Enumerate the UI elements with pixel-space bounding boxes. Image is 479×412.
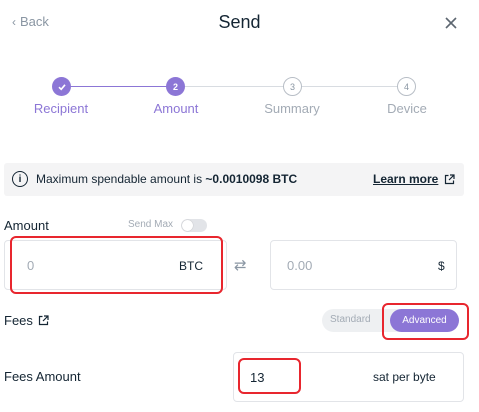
info-icon: i <box>12 171 28 187</box>
send-max-label: Send Max <box>128 219 174 230</box>
banner-text: Maximum spendable amount is ~0.0010098 B… <box>36 172 298 186</box>
fees-amount-value: 13 <box>250 370 265 385</box>
step-label-amount: Amount <box>153 101 199 116</box>
step-1-circle <box>52 77 71 96</box>
crypto-amount-value: 0 <box>27 258 35 273</box>
stepper-line-done <box>62 86 176 87</box>
swap-currency-icon[interactable]: ⇄ <box>234 256 247 274</box>
fees-highlight <box>238 358 301 394</box>
advanced-highlight <box>382 303 469 340</box>
step-label-summary: Summary <box>264 101 320 116</box>
close-button[interactable] <box>440 12 462 34</box>
step-label-device: Device <box>387 101 427 116</box>
fee-mode-standard[interactable]: Standard <box>330 314 371 325</box>
close-icon <box>445 17 457 29</box>
page-title: Send <box>218 12 261 32</box>
fees-external-link-icon[interactable] <box>38 315 49 326</box>
step-2-circle: 2 <box>166 77 185 96</box>
fiat-amount-value: 0.00 <box>287 258 313 273</box>
fees-label: Fees <box>4 313 33 328</box>
fiat-unit: $ <box>438 259 445 273</box>
crypto-unit: BTC <box>179 259 203 273</box>
step-4-circle: 4 <box>397 77 416 96</box>
fees-amount-label: Fees Amount <box>4 369 81 384</box>
max-amount: ~0.0010098 BTC <box>205 172 298 186</box>
step-3-circle: 3 <box>283 77 302 96</box>
external-link-icon <box>444 174 455 185</box>
learn-more-link[interactable]: Learn more <box>373 172 438 186</box>
toggle-knob <box>182 220 193 231</box>
amount-label: Amount <box>4 218 49 233</box>
check-icon <box>57 83 66 90</box>
fees-unit: sat per byte <box>373 370 436 384</box>
send-max-toggle[interactable] <box>181 219 207 232</box>
step-label-recipient: Recipient <box>33 101 89 116</box>
